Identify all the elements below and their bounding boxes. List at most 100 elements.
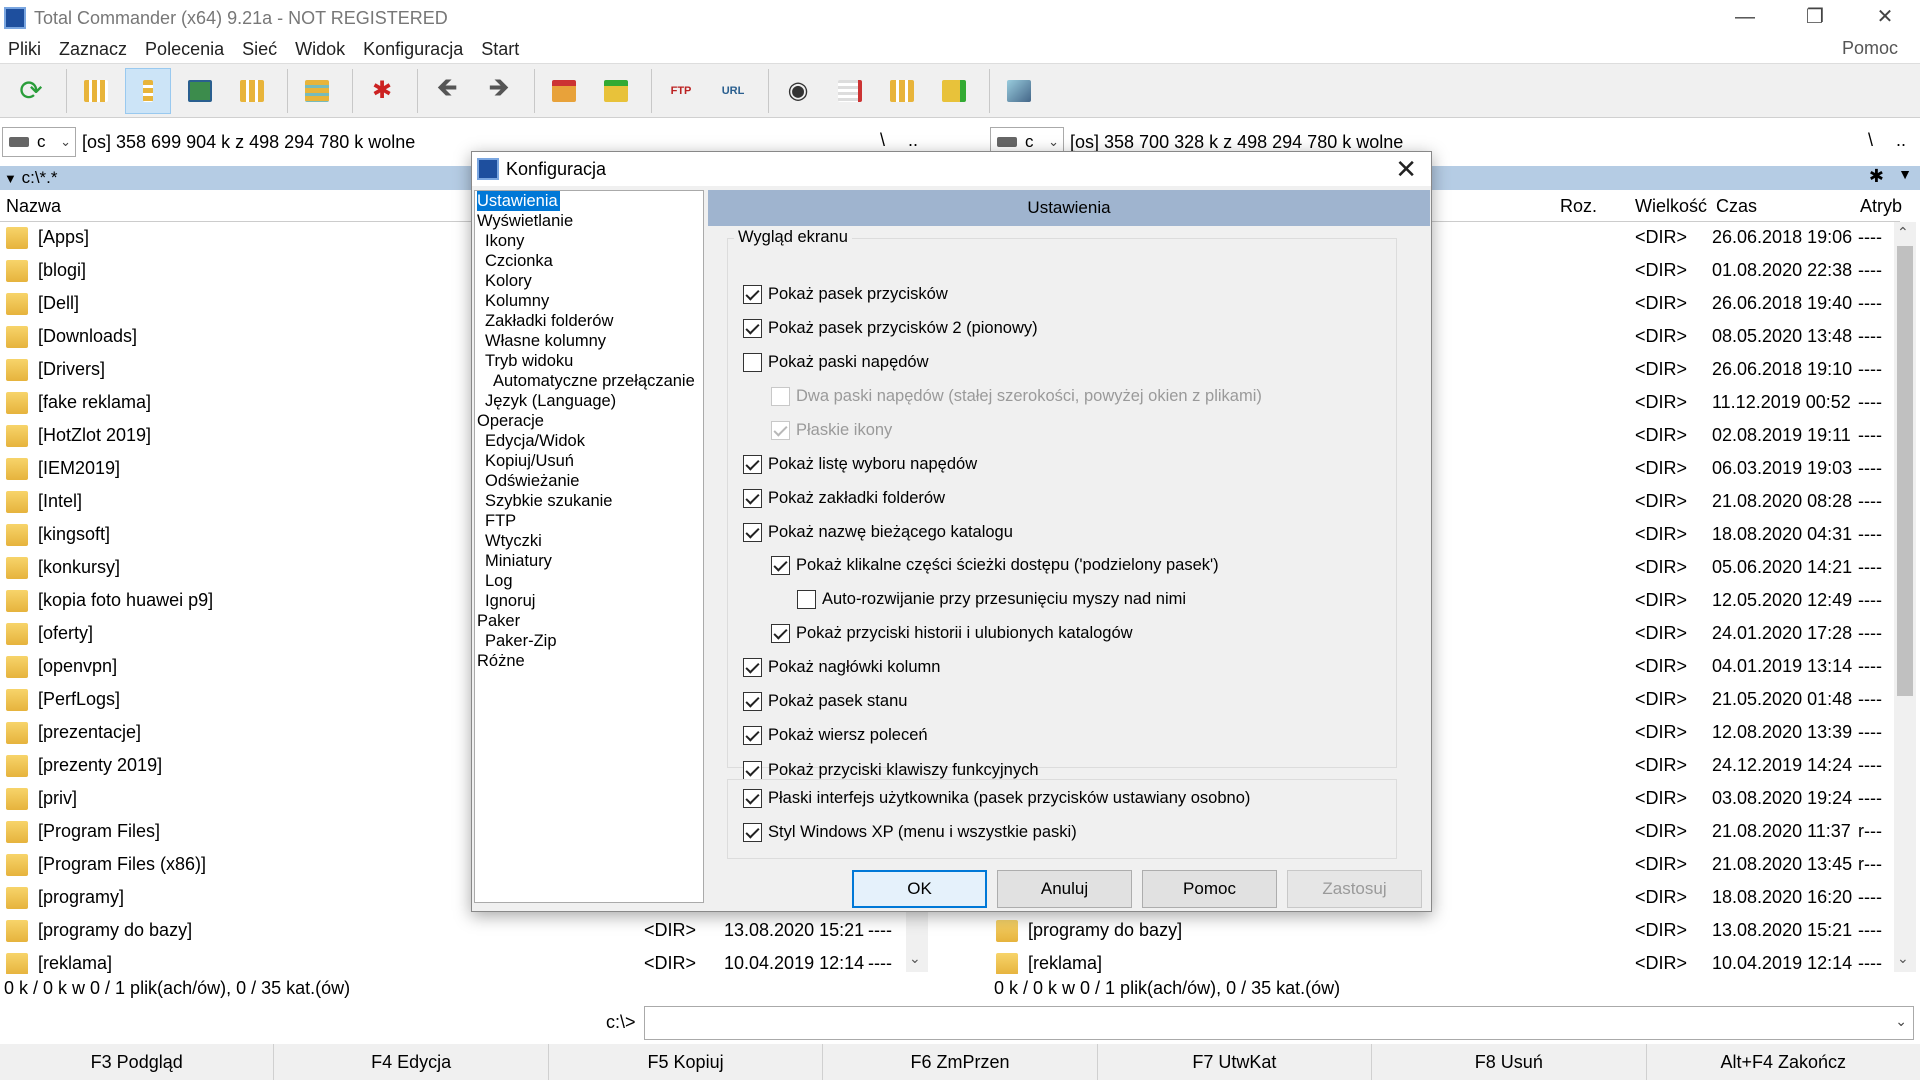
tree-item[interactable]: Edycja/Widok (485, 431, 585, 451)
checkbox-box[interactable] (743, 318, 762, 338)
history-dropdown-icon[interactable]: ▼ (1898, 166, 1912, 182)
find-files-icon[interactable]: ◉ (775, 68, 821, 114)
invert-selection-icon[interactable]: ✱ (359, 68, 405, 114)
help-button[interactable]: Pomoc (1142, 870, 1277, 908)
tree-item[interactable]: FTP (485, 511, 516, 531)
option-checkbox[interactable]: Płaskie ikony (771, 418, 892, 442)
option-checkbox[interactable]: Pokaż zakładki folderów (743, 486, 945, 510)
tree-item[interactable]: Odświeżanie (485, 471, 579, 491)
col-attr[interactable]: Atryb (1860, 196, 1902, 217)
checkbox-box[interactable] (743, 657, 762, 677)
tree-item[interactable]: Własne kolumny (485, 331, 606, 351)
f3-view-button[interactable]: F3 Podgląd (0, 1044, 275, 1080)
left-up-button[interactable]: .. (908, 130, 918, 151)
tree-item[interactable]: Paker-Zip (485, 631, 557, 651)
ok-button[interactable]: OK (852, 870, 987, 908)
thumbnails-view-icon[interactable] (177, 68, 223, 114)
checkbox-box[interactable] (743, 725, 762, 745)
style-option-checkbox[interactable]: Styl Windows XP (menu i wszystkie paski) (743, 820, 1077, 844)
option-checkbox[interactable]: Pokaż pasek przycisków (743, 282, 948, 306)
right-root-button[interactable]: \ (1868, 130, 1873, 151)
option-checkbox[interactable]: Pokaż paski napędów (743, 350, 929, 374)
altf4-exit-button[interactable]: Alt+F4 Zakończ (1647, 1044, 1920, 1080)
checkbox-box[interactable] (743, 788, 762, 808)
pack-icon[interactable] (541, 68, 587, 114)
maximize-button[interactable]: ❐ (1780, 0, 1850, 36)
file-row[interactable]: [programy do bazy] <DIR> 13.08.2020 15:21-… (0, 915, 900, 948)
tree-view-icon[interactable] (229, 68, 275, 114)
checkbox-box[interactable] (797, 589, 816, 609)
f5-copy-button[interactable]: F5 Kopiuj (549, 1044, 824, 1080)
style-option-checkbox[interactable]: Płaski interfejs użytkownika (pasek przy… (743, 786, 1250, 810)
option-checkbox[interactable]: Pokaż pasek stanu (743, 689, 907, 713)
multi-rename-icon[interactable] (827, 68, 873, 114)
f8-delete-button[interactable]: F8 Usuń (1372, 1044, 1647, 1080)
tree-item[interactable]: Czcionka (485, 251, 553, 271)
tree-item[interactable]: Operacje (477, 411, 544, 431)
tree-item[interactable]: Zakładki folderów (485, 311, 613, 331)
tree-item[interactable]: Język (Language) (485, 391, 616, 411)
checkbox-box[interactable] (771, 386, 790, 406)
col-ext[interactable]: Roz. (1560, 196, 1597, 217)
tree-item[interactable]: Paker (477, 611, 520, 631)
menu-zaznacz[interactable]: Zaznacz (51, 39, 137, 60)
left-root-button[interactable]: \ (880, 130, 885, 151)
checkbox-box[interactable] (743, 352, 762, 372)
notepad-icon[interactable] (996, 68, 1042, 114)
f7-mkdir-button[interactable]: F7 UtwKat (1098, 1044, 1373, 1080)
dialog-close-icon[interactable]: ✕ (1395, 154, 1417, 185)
checkbox-box[interactable] (743, 691, 762, 711)
checkbox-box[interactable] (743, 284, 762, 304)
favorites-star-icon[interactable]: ✱ (1869, 166, 1884, 187)
option-checkbox[interactable]: Pokaż klikalne części ścieżki dostępu ('… (771, 553, 1219, 577)
tree-item[interactable]: Ikony (485, 231, 524, 251)
tree-item[interactable]: Kopiuj/Usuń (485, 451, 574, 471)
minimize-button[interactable]: — (1710, 0, 1780, 36)
option-checkbox[interactable]: Pokaż nagłówki kolumn (743, 655, 940, 679)
right-up-button[interactable]: .. (1896, 130, 1906, 151)
tree-item[interactable]: Kolumny (485, 291, 549, 311)
f4-edit-button[interactable]: F4 Edycja (274, 1044, 549, 1080)
menu-pomoc[interactable]: Pomoc (1834, 38, 1908, 59)
col-name[interactable]: Nazwa (6, 196, 61, 217)
tree-panel-icon[interactable] (294, 68, 340, 114)
option-checkbox[interactable]: Pokaż przyciski historii i ulubionych ka… (771, 621, 1133, 645)
tree-item[interactable]: Wtyczki (485, 531, 542, 551)
option-checkbox[interactable]: Pokaż nazwę bieżącego katalogu (743, 520, 1013, 544)
sync-dirs-icon[interactable] (931, 68, 977, 114)
chevron-down-icon[interactable]: ⌄ (1895, 1013, 1907, 1030)
option-checkbox[interactable]: Pokaż listę wyboru napędów (743, 452, 977, 476)
tree-item[interactable]: Kolory (485, 271, 532, 291)
tree-item[interactable]: Automatyczne przełączanie (493, 371, 695, 391)
brief-view-icon[interactable] (73, 68, 119, 114)
chevron-down-icon[interactable]: ⌄ (1897, 950, 1909, 967)
menu-widok[interactable]: Widok (287, 39, 355, 60)
checkbox-box[interactable] (771, 555, 790, 575)
apply-button[interactable]: Zastosuj (1287, 870, 1422, 908)
checkbox-box[interactable] (743, 488, 762, 508)
command-line-input[interactable]: ⌄ (644, 1006, 1914, 1040)
menu-polecenia[interactable]: Polecenia (137, 39, 234, 60)
tree-item[interactable]: Szybkie szukanie (485, 491, 612, 511)
checkbox-box[interactable] (743, 760, 762, 780)
tree-item[interactable]: Log (485, 571, 513, 591)
chevron-up-icon[interactable]: ⌃ (1897, 224, 1909, 241)
close-button[interactable]: ✕ (1850, 0, 1920, 36)
menu-konfiguracja[interactable]: Konfiguracja (355, 39, 473, 60)
tree-item[interactable]: Wyświetlanie (477, 211, 573, 231)
f6-move-button[interactable]: F6 ZmPrzen (823, 1044, 1098, 1080)
menu-pliki[interactable]: Pliki (0, 39, 51, 60)
option-checkbox[interactable]: Auto-rozwijanie przy przesunięciu myszy … (797, 587, 1186, 611)
cancel-button[interactable]: Anuluj (997, 870, 1132, 908)
back-icon[interactable]: 🡸 (424, 68, 470, 114)
unpack-icon[interactable] (593, 68, 639, 114)
scrollbar-thumb[interactable] (1897, 246, 1913, 696)
compare-dirs-icon[interactable] (879, 68, 925, 114)
tree-item[interactable]: Różne (477, 651, 525, 671)
tree-item[interactable]: Miniatury (485, 551, 552, 571)
col-date[interactable]: Czas (1716, 196, 1757, 217)
option-checkbox[interactable]: Pokaż pasek przycisków 2 (pionowy) (743, 316, 1038, 340)
col-size[interactable]: Wielkość (1635, 196, 1707, 217)
checkbox-box[interactable] (743, 522, 762, 542)
tree-item[interactable]: Ustawienia (477, 191, 560, 211)
